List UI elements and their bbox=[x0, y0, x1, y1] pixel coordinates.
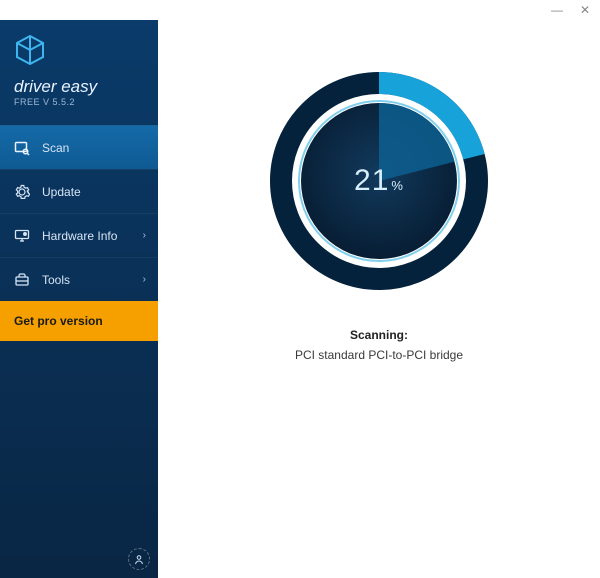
monitor-icon bbox=[12, 226, 32, 246]
sidebar-item-tools[interactable]: Tools › bbox=[0, 257, 158, 301]
app-body: driver easy FREE V 5.5.2 Scan bbox=[0, 20, 600, 578]
chevron-right-icon: › bbox=[143, 274, 146, 285]
toolbox-icon bbox=[12, 270, 32, 290]
sidebar-footer bbox=[0, 540, 158, 578]
scan-status: Scanning: PCI standard PCI-to-PCI bridge bbox=[295, 328, 463, 362]
get-pro-button[interactable]: Get pro version bbox=[0, 301, 158, 341]
sidebar-nav: Scan Update bbox=[0, 125, 158, 341]
scan-icon bbox=[12, 138, 32, 158]
minimize-button[interactable]: — bbox=[550, 3, 564, 17]
progress-percent-label: 21% bbox=[354, 164, 404, 198]
progress-percent-unit: % bbox=[391, 178, 404, 193]
gear-icon bbox=[12, 182, 32, 202]
sidebar-item-label: Scan bbox=[42, 141, 146, 155]
logo-block: driver easy FREE V 5.5.2 bbox=[0, 20, 158, 119]
progress-percent-value: 21 bbox=[354, 164, 389, 197]
main-panel: 21% Scanning: PCI standard PCI-to-PCI br… bbox=[158, 20, 600, 578]
app-window: — ✕ driver easy FREE V 5.5.2 bbox=[0, 0, 600, 578]
sidebar-item-label: Tools bbox=[42, 273, 143, 287]
sidebar-item-update[interactable]: Update bbox=[0, 169, 158, 213]
close-button[interactable]: ✕ bbox=[578, 3, 592, 17]
sidebar-item-label: Hardware Info bbox=[42, 229, 143, 243]
cta-label: Get pro version bbox=[14, 314, 103, 328]
feedback-icon[interactable] bbox=[128, 548, 150, 570]
sidebar-item-hardware-info[interactable]: Hardware Info › bbox=[0, 213, 158, 257]
app-name: driver easy bbox=[14, 77, 148, 97]
titlebar: — ✕ bbox=[0, 0, 600, 20]
scan-progress-gauge: 21% bbox=[264, 66, 494, 296]
app-version: FREE V 5.5.2 bbox=[14, 97, 148, 107]
scan-status-label: Scanning: bbox=[295, 328, 463, 342]
app-logo-icon bbox=[14, 34, 46, 71]
scan-current-item: PCI standard PCI-to-PCI bridge bbox=[295, 348, 463, 362]
sidebar-item-scan[interactable]: Scan bbox=[0, 125, 158, 169]
gauge-center: 21% bbox=[264, 66, 494, 296]
sidebar-item-label: Update bbox=[42, 185, 146, 199]
sidebar: driver easy FREE V 5.5.2 Scan bbox=[0, 20, 158, 578]
chevron-right-icon: › bbox=[143, 230, 146, 241]
